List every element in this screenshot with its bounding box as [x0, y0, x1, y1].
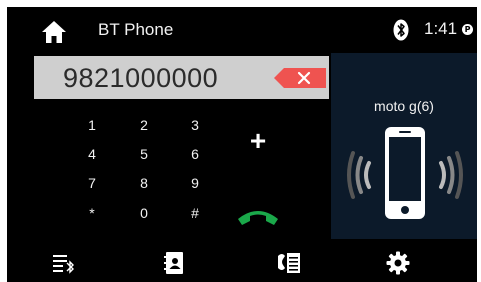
- key-3[interactable]: 3: [180, 116, 210, 134]
- bluetooth-list-icon[interactable]: [52, 251, 76, 275]
- plus-button[interactable]: +: [243, 126, 273, 156]
- home-icon[interactable]: [41, 20, 67, 44]
- key-5[interactable]: 5: [129, 145, 159, 163]
- p-badge: P: [462, 24, 473, 35]
- key-1[interactable]: 1: [77, 116, 107, 134]
- number-display: 9821000000: [34, 56, 329, 99]
- page-title: BT Phone: [98, 20, 174, 39]
- key-2[interactable]: 2: [129, 116, 159, 134]
- key-6[interactable]: 6: [180, 145, 210, 163]
- key-0[interactable]: 0: [129, 204, 159, 222]
- bottom-toolbar: [7, 243, 477, 282]
- key-8[interactable]: 8: [129, 174, 159, 192]
- clock: 1:41: [424, 19, 458, 38]
- key-9[interactable]: 9: [180, 174, 210, 192]
- backspace-icon[interactable]: [272, 68, 326, 88]
- key-hash[interactable]: #: [180, 204, 210, 222]
- key-star[interactable]: *: [77, 204, 107, 222]
- call-icon[interactable]: [236, 205, 280, 227]
- bt-phone-app: BT Phone 1:41 P 9821000000 moto g(6) 1 2…: [7, 7, 477, 282]
- screen: BT Phone 1:41 P 9821000000 moto g(6) 1 2…: [0, 0, 481, 282]
- status-bar: BT Phone 1:41 P: [7, 7, 477, 53]
- key-4[interactable]: 4: [77, 145, 107, 163]
- phone-device-icon: [343, 125, 467, 225]
- key-7[interactable]: 7: [77, 174, 107, 192]
- device-name: moto g(6): [374, 98, 434, 114]
- bluetooth-icon: [393, 19, 409, 41]
- settings-gear-icon[interactable]: [386, 251, 410, 275]
- contacts-icon[interactable]: [163, 251, 187, 275]
- call-log-icon[interactable]: [277, 251, 301, 275]
- dialed-number: 9821000000: [63, 63, 219, 93]
- device-panel: moto g(6): [331, 53, 477, 239]
